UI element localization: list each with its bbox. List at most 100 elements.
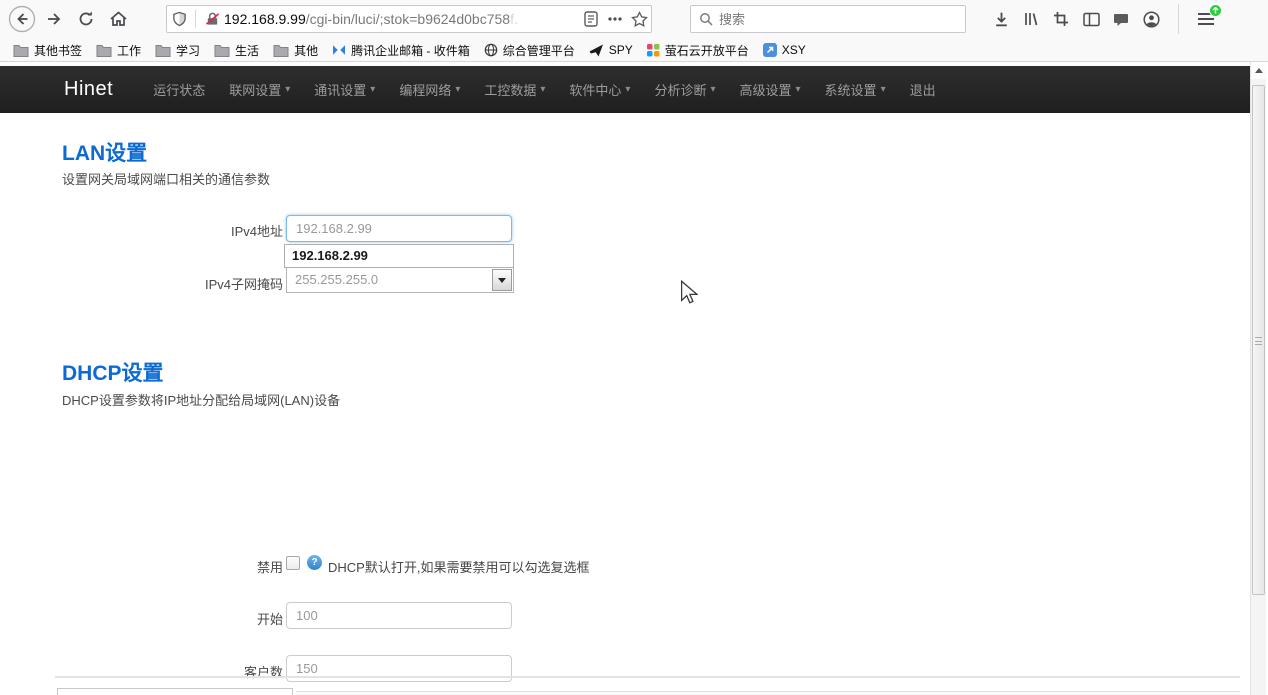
- netmask-selected-value: 255.255.255.0: [287, 268, 513, 287]
- reader-mode-icon[interactable]: [579, 7, 603, 31]
- bookmark-label: 萤石云开放平台: [665, 42, 749, 59]
- search-icon: [699, 12, 713, 26]
- urlbar-separator: [195, 10, 196, 28]
- tracking-shield-icon[interactable]: [167, 7, 191, 31]
- bookmark-item[interactable]: 学习: [148, 40, 207, 60]
- nav-item-2[interactable]: 联网设置 ▾: [217, 66, 302, 113]
- site-nav-items: 运行状态 联网设置 ▾ 通讯设置 ▾ 编程网络 ▾ 工控数据 ▾ 软件中心 ▾ …: [141, 66, 947, 113]
- dhcp-clients-label: 客户数: [62, 662, 283, 681]
- nav-item-6[interactable]: 软件中心 ▾: [557, 66, 642, 113]
- url-bar[interactable]: 192.168.9.99/cgi-bin/luci/;stok=b9624d0b…: [166, 5, 652, 33]
- screenshot-icon[interactable]: [1046, 4, 1076, 34]
- bookmark-item[interactable]: 生活: [207, 40, 266, 60]
- search-input[interactable]: [719, 12, 919, 27]
- bookmark-label: 腾讯企业邮箱 - 收件箱: [351, 42, 470, 59]
- insecure-lock-icon[interactable]: [200, 7, 224, 31]
- nav-item-label: 运行状态: [153, 80, 205, 99]
- folder-icon: [13, 44, 29, 57]
- nav-item-3[interactable]: 通讯设置 ▾: [302, 66, 387, 113]
- account-icon[interactable]: [1136, 4, 1166, 34]
- dhcp-disable-label: 禁用: [62, 557, 283, 576]
- bookmark-item[interactable]: 其他书签: [6, 40, 89, 60]
- scrollbar-grip: [1255, 337, 1262, 345]
- download-icon[interactable]: [986, 4, 1016, 34]
- dhcp-start-input[interactable]: [286, 602, 512, 629]
- nav-item-1[interactable]: 运行状态: [141, 66, 217, 113]
- messages-icon[interactable]: [1106, 4, 1136, 34]
- nav-item-label: 退出: [910, 80, 936, 99]
- nav-item-4[interactable]: 编程网络 ▾: [387, 66, 472, 113]
- autocomplete-suggestion[interactable]: 192.168.2.99: [285, 245, 513, 266]
- help-icon[interactable]: ?: [307, 555, 322, 570]
- url-domain: 192.168.9.99: [224, 11, 306, 27]
- bookmark-item[interactable]: 综合管理平台: [477, 40, 582, 60]
- update-badge-icon: [1209, 4, 1222, 17]
- scrollbar[interactable]: [1250, 62, 1266, 695]
- bookmark-item[interactable]: 腾讯企业邮箱 - 收件箱: [325, 40, 477, 60]
- search-bar[interactable]: [690, 5, 966, 33]
- section-divider: [55, 676, 1240, 678]
- netmask-select[interactable]: 255.255.255.0: [286, 267, 514, 293]
- chevron-down-icon: ▾: [455, 84, 460, 95]
- ezviz-icon: [647, 44, 660, 57]
- bookmark-item[interactable]: 萤石云开放平台: [640, 40, 756, 60]
- scrollbar-thumb[interactable]: [1252, 85, 1265, 595]
- url-path-faded: f.: [510, 11, 518, 27]
- globe-icon: [484, 43, 498, 57]
- nav-item-10[interactable]: 退出: [898, 66, 948, 113]
- chevron-down-icon: ▾: [881, 84, 886, 95]
- nav-item-label: 工控数据: [484, 80, 536, 99]
- nav-item-label: 系统设置: [825, 80, 877, 99]
- bookmark-item[interactable]: XSY: [756, 40, 813, 60]
- bookmark-star-icon[interactable]: [627, 7, 651, 31]
- nav-item-9[interactable]: 系统设置 ▾: [813, 66, 898, 113]
- scroll-up-icon[interactable]: [1251, 62, 1267, 79]
- chevron-down-icon[interactable]: [492, 269, 512, 291]
- url-text[interactable]: 192.168.9.99/cgi-bin/luci/;stok=b9624d0b…: [224, 11, 579, 27]
- home-icon[interactable]: [102, 3, 134, 35]
- nav-item-label: 分析诊断: [654, 80, 706, 99]
- lan-section-title: LAN设置: [62, 137, 147, 167]
- folder-icon: [214, 44, 230, 57]
- bookmark-label: 综合管理平台: [503, 42, 575, 59]
- forward-icon[interactable]: [38, 3, 70, 35]
- nav-item-label: 软件中心: [569, 80, 621, 99]
- nav-item-label: 编程网络: [399, 80, 451, 99]
- nav-item-7[interactable]: 分析诊断 ▾: [642, 66, 727, 113]
- dhcp-section-title: DHCP设置: [62, 357, 164, 387]
- bookmark-label: 工作: [117, 42, 141, 59]
- autocomplete-popup: 192.168.2.99: [284, 244, 514, 268]
- lan-section-subtitle: 设置网关局域网端口相关的通信参数: [62, 169, 270, 188]
- bookmark-label: 其他书签: [34, 42, 82, 59]
- toolbar-icon-cluster: [986, 3, 1220, 35]
- bookmark-label: 其他: [294, 42, 318, 59]
- tencent-mail-icon: [332, 44, 346, 56]
- sidebar-icon[interactable]: [1076, 4, 1106, 34]
- reload-icon[interactable]: [70, 3, 102, 35]
- chevron-down-icon: ▾: [285, 84, 290, 95]
- folder-icon: [96, 44, 112, 57]
- chevron-down-icon: ▾: [370, 84, 375, 95]
- dhcp-disable-hint: DHCP默认打开,如果需要禁用可以勾选复选框: [328, 557, 589, 576]
- bookmark-item[interactable]: SPY: [582, 40, 640, 60]
- nav-item-5[interactable]: 工控数据 ▾: [472, 66, 557, 113]
- chevron-down-icon: ▾: [710, 84, 715, 95]
- netmask-label: IPv4子网掩码: [62, 274, 283, 293]
- nav-item-8[interactable]: 高级设置 ▾: [728, 66, 813, 113]
- bookmarks-bar: 其他书签 工作 学习 生活 其他 腾讯企业邮箱 - 收件箱 综合管理平台 SPY…: [0, 38, 1268, 62]
- library-icon[interactable]: [1016, 4, 1046, 34]
- url-path: /cgi-bin/luci/;stok=b9624d0bc758: [306, 11, 510, 27]
- nav-item-label: 联网设置: [229, 80, 281, 99]
- page-content: LAN设置 设置网关局域网端口相关的通信参数 IPv4地址 192.168.2.…: [0, 113, 1250, 695]
- menu-icon[interactable]: [1178, 4, 1220, 34]
- back-icon[interactable]: [6, 3, 38, 35]
- bookmark-label: 生活: [235, 42, 259, 59]
- bookmark-item[interactable]: 其他: [266, 40, 325, 60]
- page-actions-icon[interactable]: [603, 7, 627, 31]
- brand-logo[interactable]: Hinet: [64, 78, 113, 101]
- dhcp-disable-checkbox[interactable]: [286, 556, 300, 570]
- chevron-down-icon: ▾: [796, 84, 801, 95]
- bookmark-item[interactable]: 工作: [89, 40, 148, 60]
- ipv4-address-input[interactable]: [286, 215, 512, 242]
- bookmark-label: SPY: [609, 43, 633, 57]
